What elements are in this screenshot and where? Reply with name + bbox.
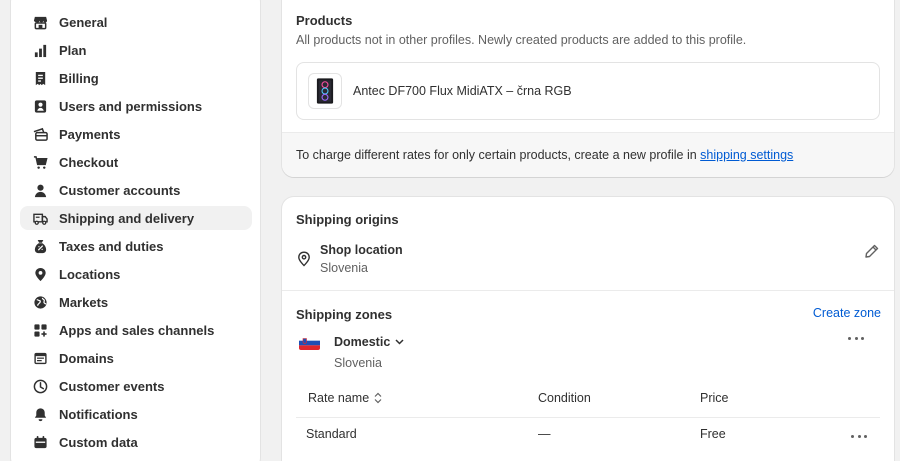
sidebar-item-notifications[interactable]: Notifications	[20, 402, 252, 426]
sidebar-item-label: Notifications	[59, 406, 138, 422]
chart-icon	[32, 42, 48, 58]
products-footer: To charge different rates for only certa…	[282, 132, 894, 177]
truck-icon	[32, 210, 48, 226]
shipping-card: Shipping origins Shop location Slovenia …	[282, 197, 894, 461]
sidebar-item-locations[interactable]: Locations	[20, 262, 252, 286]
credit-card-icon	[32, 126, 48, 142]
footer-message: To charge different rates for only certa…	[296, 148, 697, 162]
footer-text: To charge different rates for only certa…	[296, 148, 793, 162]
sidebar-item-billing[interactable]: Billing	[20, 66, 252, 90]
sidebar-item-payments[interactable]: Payments	[20, 122, 252, 146]
shipping-zones-title: Shipping zones	[296, 307, 393, 322]
sidebar-item-custom-data[interactable]: Custom data	[20, 430, 252, 454]
sidebar-item-label: Apps and sales channels	[59, 322, 215, 338]
sidebar-item-users[interactable]: Users and permissions	[20, 94, 252, 118]
shipping-origins-title: Shipping origins	[296, 212, 399, 227]
store-icon	[32, 14, 48, 30]
product-list-item[interactable]: Antec DF700 Flux MidiATX – črna RGB	[296, 62, 880, 120]
products-title: Products	[296, 13, 353, 28]
database-icon	[32, 434, 48, 450]
products-subtitle: All products not in other profiles. Newl…	[296, 33, 747, 47]
price-header: Price	[700, 391, 729, 405]
domain-icon	[32, 350, 48, 366]
location-pin-icon	[298, 251, 310, 267]
product-name: Antec DF700 Flux MidiATX – črna RGB	[353, 84, 572, 98]
sidebar-item-label: General	[59, 14, 108, 30]
shop-location-country: Slovenia	[320, 261, 368, 275]
shop-location-name: Shop location	[320, 243, 403, 257]
cart-icon	[32, 154, 48, 170]
sidebar-item-general[interactable]: General	[20, 10, 252, 34]
zone-country: Slovenia	[334, 356, 382, 370]
sidebar-item-checkout[interactable]: Checkout	[20, 150, 252, 174]
tax-bag-icon	[32, 238, 48, 254]
sidebar-item-label: Shipping and delivery	[59, 210, 195, 226]
settings-sidebar: General Plan Billing Users and permissio…	[10, 0, 261, 461]
section-divider	[282, 290, 894, 291]
table-divider	[296, 417, 880, 418]
bell-icon	[32, 406, 48, 422]
sidebar-item-plan[interactable]: Plan	[20, 38, 252, 62]
apps-icon	[32, 322, 48, 338]
zone-name-dropdown[interactable]: Domestic	[334, 335, 404, 349]
sidebar-item-label: Checkout	[59, 154, 119, 170]
pc-case-image	[316, 78, 334, 104]
sidebar-item-domains[interactable]: Domains	[20, 346, 252, 370]
sidebar-item-label: Locations	[59, 266, 121, 282]
sidebar-item-label: Plan	[59, 42, 87, 58]
rate-more-actions-icon[interactable]	[851, 433, 867, 439]
globe-icon	[32, 294, 48, 310]
zone-name-label: Domestic	[334, 335, 391, 349]
slovenia-flag-icon	[299, 336, 320, 350]
product-thumbnail	[308, 73, 342, 109]
create-zone-button[interactable]: Create zone	[813, 306, 881, 320]
sidebar-item-label: Custom data	[59, 434, 138, 450]
sidebar-item-markets[interactable]: Markets	[20, 290, 252, 314]
products-card: Products All products not in other profi…	[282, 0, 894, 177]
zone-more-actions-icon[interactable]	[848, 335, 864, 341]
sidebar-item-customer-events[interactable]: Customer events	[20, 374, 252, 398]
rate-name-header[interactable]: Rate name	[308, 391, 382, 405]
price-cell: Free	[700, 427, 726, 441]
sidebar-item-apps[interactable]: Apps and sales channels	[20, 318, 252, 342]
user-icon	[32, 182, 48, 198]
condition-cell: —	[538, 427, 551, 441]
sidebar-item-label: Markets	[59, 294, 109, 310]
location-pin-icon	[32, 266, 48, 282]
sort-icon	[374, 392, 382, 404]
sidebar-item-label: Taxes and duties	[59, 238, 164, 254]
chevron-down-icon	[395, 339, 404, 345]
condition-header: Condition	[538, 391, 591, 405]
sidebar-item-taxes[interactable]: Taxes and duties	[20, 234, 252, 258]
sidebar-item-label: Customer accounts	[59, 182, 181, 198]
sidebar-item-label: Payments	[59, 126, 121, 142]
settings-nav: General Plan Billing Users and permissio…	[20, 10, 252, 458]
shipping-settings-link[interactable]: shipping settings	[700, 148, 793, 162]
sidebar-item-label: Domains	[59, 350, 114, 366]
person-icon	[32, 98, 48, 114]
receipt-icon	[32, 70, 48, 86]
sidebar-item-label: Users and permissions	[59, 98, 203, 114]
rate-name-cell: Standard	[306, 427, 357, 441]
events-icon	[32, 378, 48, 394]
rate-name-header-label: Rate name	[308, 391, 370, 405]
edit-pencil-icon[interactable]	[864, 243, 880, 259]
sidebar-item-customer-accounts[interactable]: Customer accounts	[20, 178, 252, 202]
sidebar-item-label: Billing	[59, 70, 99, 86]
sidebar-item-shipping[interactable]: Shipping and delivery	[20, 206, 252, 230]
sidebar-item-label: Customer events	[59, 378, 165, 394]
